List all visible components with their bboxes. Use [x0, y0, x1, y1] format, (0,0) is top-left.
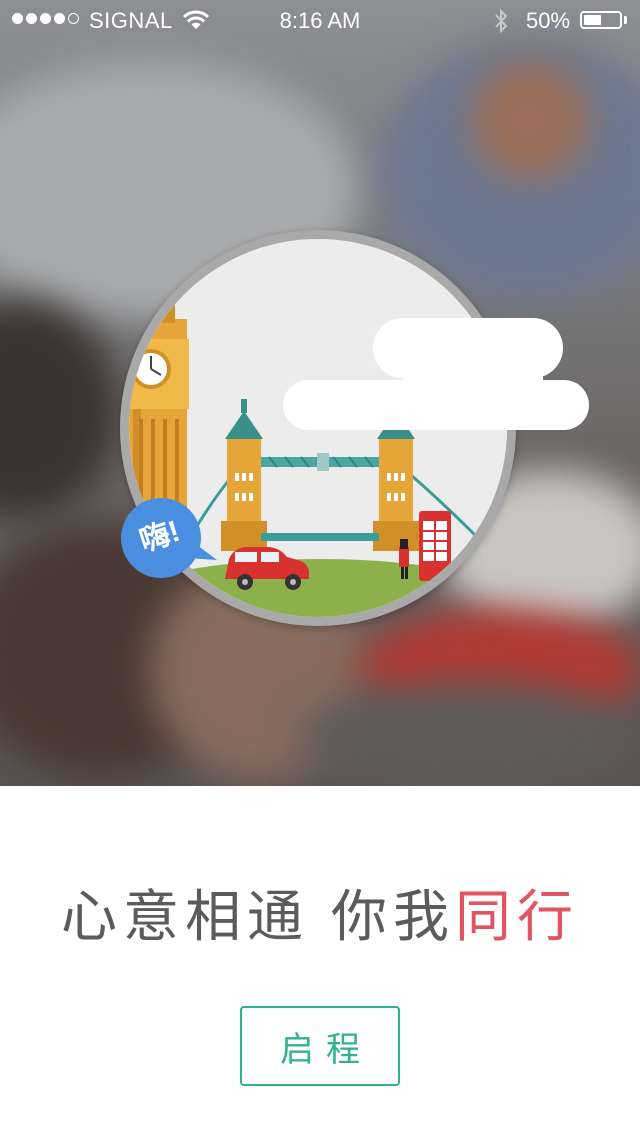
battery-icon: [580, 11, 622, 29]
tagline-accent: 同行: [455, 885, 579, 950]
battery-percent: 50%: [526, 8, 571, 33]
phone-box-icon: [419, 511, 451, 581]
bluetooth-icon: [492, 8, 510, 40]
battery-nub: [624, 16, 627, 24]
tagline: 心意相通 你我同行: [0, 872, 640, 953]
status-bar: SIGNAL 8:16 AM 50%: [0, 0, 640, 40]
start-journey-button[interactable]: 启程: [240, 1006, 400, 1086]
tagline-part-2: 你我: [331, 885, 455, 950]
cloud-icon: [283, 318, 589, 437]
tagline-part-1: 心意相通: [61, 885, 309, 950]
battery-level-fill: [584, 15, 601, 25]
